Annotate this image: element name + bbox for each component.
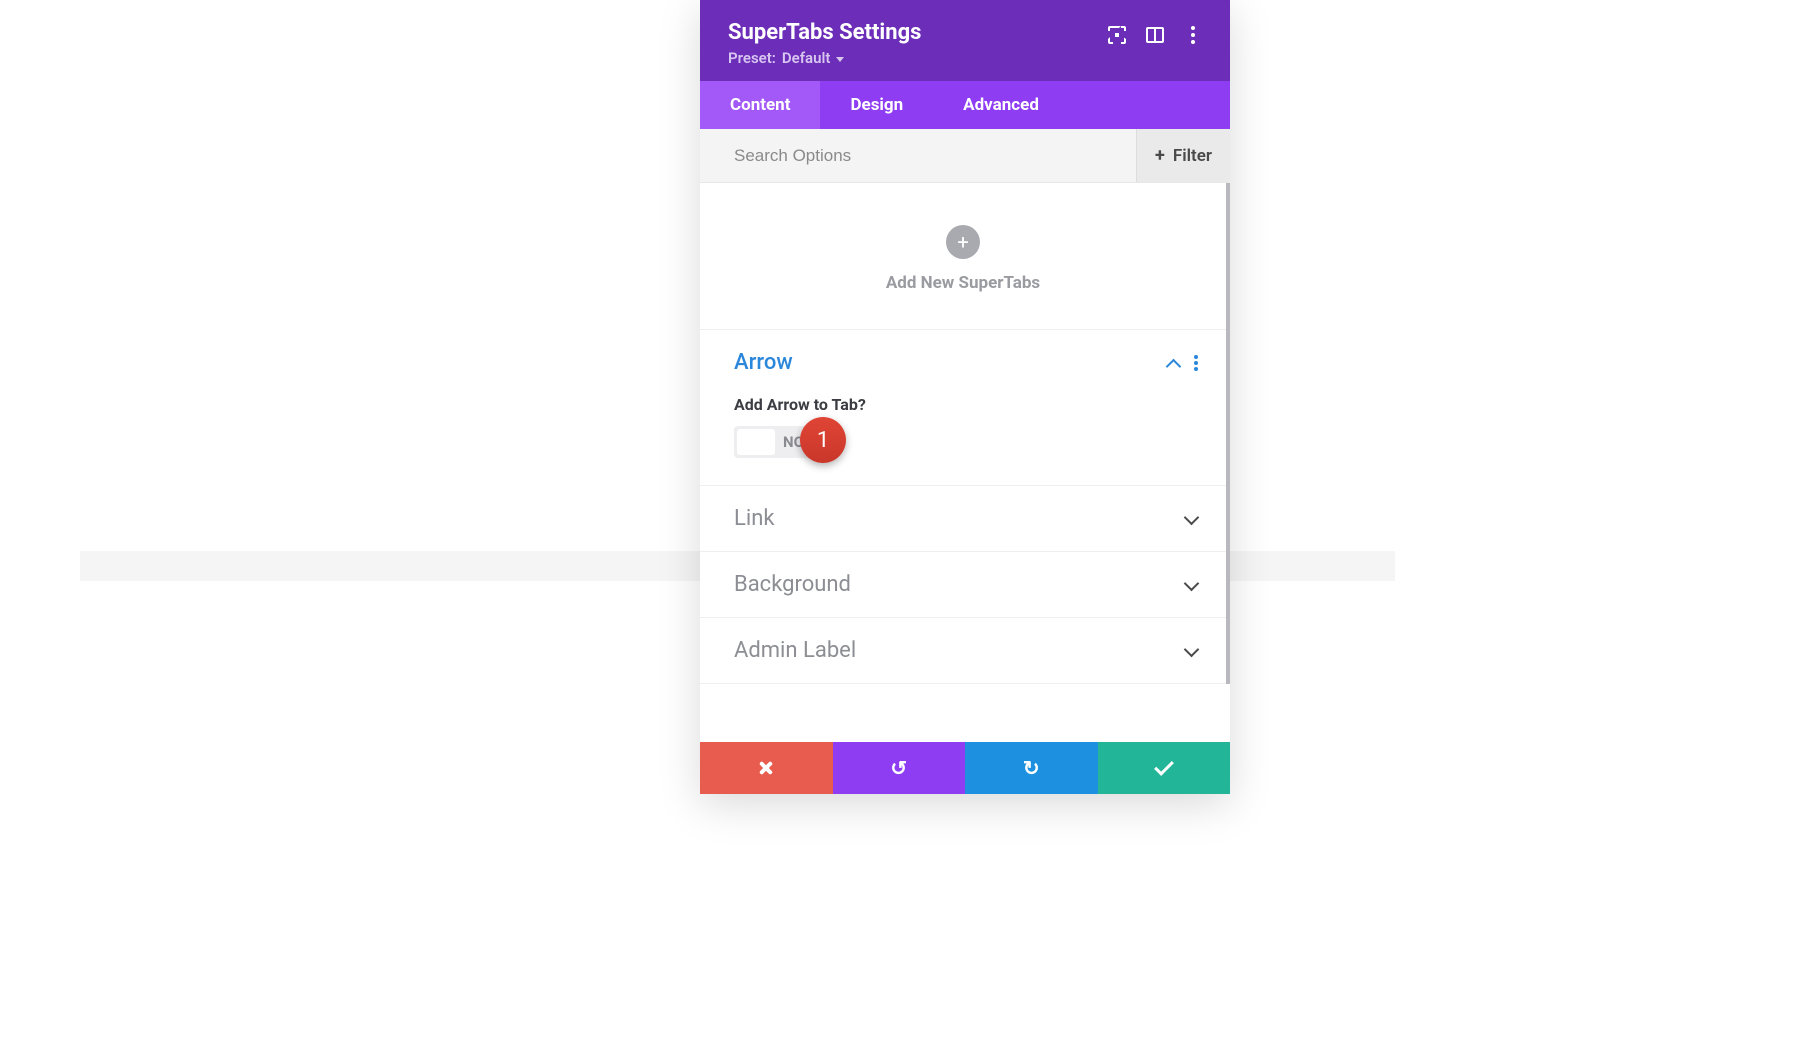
focus-icon[interactable] [1108, 26, 1126, 44]
panel-footer: ↺ ↻ [700, 742, 1230, 794]
panel-title: SuperTabs Settings [728, 20, 921, 45]
panel-header-left: SuperTabs Settings Preset: Default [728, 20, 921, 67]
check-icon [1154, 756, 1174, 776]
add-item-label: Add New SuperTabs [886, 273, 1040, 293]
tab-content[interactable]: Content [700, 81, 820, 129]
section-admin-label-controls [1184, 644, 1198, 658]
more-menu-icon[interactable] [1184, 26, 1202, 44]
search-bar: + Filter [700, 129, 1230, 183]
preset-dropdown[interactable]: Preset: Default [728, 49, 921, 67]
chevron-down-icon [1184, 512, 1198, 526]
section-arrow-body: Add Arrow to Tab? NO [700, 395, 1226, 485]
cancel-button[interactable] [700, 742, 833, 794]
responsive-icon[interactable] [1146, 26, 1164, 44]
section-more-icon[interactable] [1194, 355, 1198, 371]
arrow-field-label: Add Arrow to Tab? [734, 395, 1192, 414]
chevron-down-icon [1184, 578, 1198, 592]
filter-label: Filter [1173, 146, 1212, 166]
section-background-header[interactable]: Background [700, 552, 1226, 617]
chevron-up-icon[interactable] [1166, 356, 1180, 370]
tab-design[interactable]: Design [820, 81, 933, 129]
filter-button[interactable]: + Filter [1136, 129, 1230, 182]
add-item-button[interactable]: + [946, 225, 980, 259]
undo-button[interactable]: ↺ [833, 742, 966, 794]
redo-icon: ↻ [1023, 756, 1040, 780]
section-admin-label: Admin Label [700, 618, 1226, 684]
close-icon [758, 760, 774, 776]
section-link-title: Link [734, 506, 775, 531]
search-input[interactable] [734, 146, 1136, 166]
section-background-title: Background [734, 572, 851, 597]
section-arrow-header[interactable]: Arrow [700, 330, 1226, 395]
redo-button[interactable]: ↻ [965, 742, 1098, 794]
section-link-header[interactable]: Link [700, 486, 1226, 551]
section-arrow-title: Arrow [734, 350, 793, 375]
section-link-controls [1184, 512, 1198, 526]
section-admin-label-title: Admin Label [734, 638, 856, 663]
plus-icon: + [1155, 145, 1165, 166]
caret-down-icon [836, 57, 844, 62]
section-link: Link [700, 486, 1226, 552]
save-button[interactable] [1098, 742, 1231, 794]
callout-badge: 1 [800, 417, 846, 463]
add-item-block: + Add New SuperTabs [700, 183, 1226, 330]
section-admin-label-header[interactable]: Admin Label [700, 618, 1226, 683]
tabs-bar: Content Design Advanced [700, 81, 1230, 129]
tab-advanced[interactable]: Advanced [933, 81, 1069, 129]
content-scroll-inner: 1 + Add New SuperTabs Arrow Add Arrow to… [700, 183, 1230, 684]
panel-header-actions [1108, 20, 1202, 44]
content-area: 1 + Add New SuperTabs Arrow Add Arrow to… [700, 183, 1230, 742]
section-arrow-controls [1166, 355, 1198, 371]
toggle-knob [737, 429, 775, 455]
section-background-controls [1184, 578, 1198, 592]
section-background: Background [700, 552, 1226, 618]
settings-panel: SuperTabs Settings Preset: Default Conte… [700, 0, 1230, 794]
preset-value: Default [782, 49, 831, 67]
panel-header: SuperTabs Settings Preset: Default [700, 0, 1230, 81]
chevron-down-icon [1184, 644, 1198, 658]
section-arrow: Arrow Add Arrow to Tab? NO [700, 330, 1226, 486]
preset-prefix: Preset: [728, 49, 776, 67]
undo-icon: ↺ [890, 756, 907, 780]
